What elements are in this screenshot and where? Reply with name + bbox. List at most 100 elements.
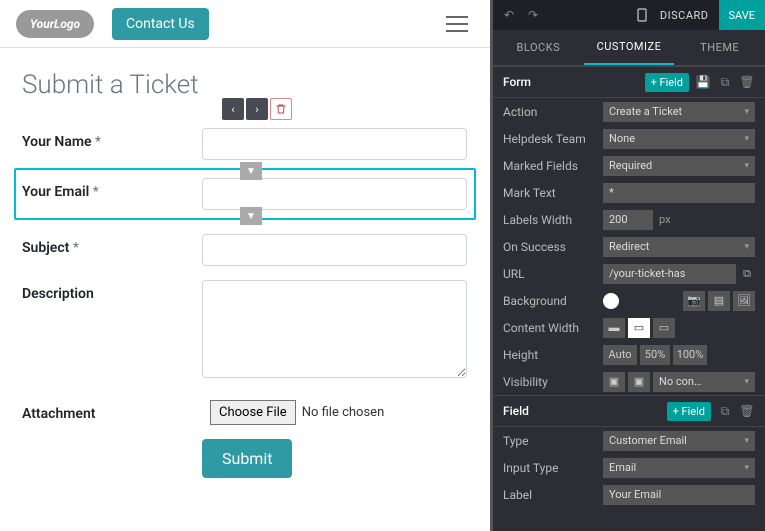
page-preview: YourLogo Contact Us Submit a Ticket ‹ › … xyxy=(0,0,490,531)
url-input[interactable] xyxy=(603,264,736,284)
prop-type: Type Customer Email xyxy=(493,427,765,454)
move-left-button[interactable]: ‹ xyxy=(222,98,244,120)
prop-label: On Success xyxy=(503,240,603,254)
height-100-button[interactable]: 100% xyxy=(673,345,707,365)
redo-icon[interactable]: ↷ xyxy=(525,7,541,23)
field-label: Your Name * xyxy=(22,128,202,150)
field-label: Attachment xyxy=(22,400,202,422)
logo[interactable]: YourLogo xyxy=(16,10,94,38)
prop-label: Input Type xyxy=(503,461,603,475)
prop-background: Background 📷 ▤ 🖼 xyxy=(493,287,765,314)
save-button[interactable]: SAVE xyxy=(719,0,765,30)
prop-label: Background xyxy=(503,294,603,308)
name-input[interactable] xyxy=(202,128,467,160)
field-label: Subject * xyxy=(22,234,202,256)
add-field-button[interactable]: + Field xyxy=(645,73,689,92)
visibility-mobile-button[interactable]: ▣ xyxy=(628,372,650,392)
move-down-handle[interactable]: ▼ xyxy=(240,207,262,225)
prop-marktext: Mark Text xyxy=(493,179,765,206)
submit-button[interactable]: Submit xyxy=(202,439,292,478)
marktext-input[interactable] xyxy=(603,183,755,203)
prop-action: Action Create a Ticket xyxy=(493,98,765,125)
contact-us-button[interactable]: Contact Us xyxy=(112,8,209,40)
prop-label: Label xyxy=(503,488,603,502)
field-your-name[interactable]: ‹ › Your Name * xyxy=(22,128,468,160)
type-select[interactable]: Customer Email xyxy=(603,431,755,451)
choose-file-button[interactable]: Choose File xyxy=(210,400,296,425)
labelswidth-input[interactable] xyxy=(603,210,653,230)
visibility-select[interactable]: No con… xyxy=(653,372,755,392)
field-section-header[interactable]: Field + Field ⧉ 🗑 xyxy=(493,395,765,427)
form-content: Submit a Ticket ‹ › Your Name * ▼ ▼ Your… xyxy=(0,48,490,514)
prop-label: Type xyxy=(503,434,603,448)
delete-field-button[interactable] xyxy=(270,98,292,120)
marked-select[interactable]: Required xyxy=(603,156,755,176)
form-section-header[interactable]: Form + Field 💾 ⧉ 🗑 xyxy=(493,66,765,98)
unit-label: px xyxy=(659,213,671,226)
prop-url: URL ⧉ xyxy=(493,260,765,287)
panel-tabs: BLOCKS CUSTOMIZE THEME xyxy=(493,30,765,66)
tab-customize[interactable]: CUSTOMIZE xyxy=(584,30,675,65)
prop-contentwidth: Content Width ▬ ▭ ▭ xyxy=(493,314,765,341)
bg-video-button[interactable]: ▤ xyxy=(708,291,730,311)
prop-label: Labels Width xyxy=(503,213,603,227)
label-input[interactable] xyxy=(603,485,755,505)
subject-input[interactable] xyxy=(202,234,467,266)
height-auto-button[interactable]: Auto xyxy=(603,345,637,365)
prop-marked: Marked Fields Required xyxy=(493,152,765,179)
width-medium-button[interactable]: ▭ xyxy=(628,318,650,338)
file-status-text: No file chosen xyxy=(302,405,385,420)
bg-picture-button[interactable]: 🖼 xyxy=(733,291,755,311)
save-icon[interactable]: 💾 xyxy=(695,74,711,90)
copy-icon[interactable]: ⧉ xyxy=(717,74,733,90)
action-select[interactable]: Create a Ticket xyxy=(603,102,755,122)
bg-color-picker[interactable] xyxy=(603,293,619,309)
prop-label: Action xyxy=(503,105,603,119)
prop-label: Marked Fields xyxy=(503,159,603,173)
external-link-icon[interactable]: ⧉ xyxy=(739,266,755,282)
prop-label: Content Width xyxy=(503,321,603,335)
submit-row: Submit xyxy=(22,439,468,478)
move-up-handle[interactable]: ▼ xyxy=(240,162,262,180)
prop-visibility: Visibility ▣ ▣ No con… xyxy=(493,368,765,395)
onsuccess-select[interactable]: Redirect xyxy=(603,237,755,257)
width-narrow-button[interactable]: ▬ xyxy=(603,318,625,338)
field-description[interactable]: Description xyxy=(22,280,468,378)
email-input[interactable] xyxy=(202,178,467,210)
bg-image-button[interactable]: 📷 xyxy=(683,291,705,311)
prop-label: Label xyxy=(493,481,765,508)
tab-blocks[interactable]: BLOCKS xyxy=(493,30,584,65)
preview-header: YourLogo Contact Us xyxy=(0,0,490,48)
hamburger-icon[interactable] xyxy=(440,10,474,38)
field-attachment[interactable]: Attachment Choose File No file chosen xyxy=(22,400,468,425)
visibility-desktop-button[interactable]: ▣ xyxy=(603,372,625,392)
mobile-preview-icon[interactable] xyxy=(634,7,650,23)
trash-icon[interactable]: 🗑 xyxy=(739,403,755,419)
field-subject[interactable]: Subject * xyxy=(22,234,468,266)
inputtype-select[interactable]: Email xyxy=(603,458,755,478)
width-full-button[interactable]: ▭ xyxy=(653,318,675,338)
copy-icon[interactable]: ⧉ xyxy=(717,403,733,419)
field-your-email[interactable]: ▼ ▼ Your Email * xyxy=(14,168,476,220)
field-edit-controls: ‹ › xyxy=(222,98,292,120)
prop-label: Height xyxy=(503,348,603,362)
panel-topbar: ↶ ↷ DISCARD SAVE xyxy=(493,0,765,30)
move-right-button[interactable]: › xyxy=(246,98,268,120)
field-label: Your Email * xyxy=(22,178,202,200)
undo-icon[interactable]: ↶ xyxy=(501,7,517,23)
trash-icon[interactable]: 🗑 xyxy=(739,74,755,90)
page-title: Submit a Ticket xyxy=(22,70,468,100)
prop-label: URL xyxy=(503,267,603,281)
prop-helpdesk: Helpdesk Team None xyxy=(493,125,765,152)
prop-label: Helpdesk Team xyxy=(503,132,603,146)
discard-button[interactable]: DISCARD xyxy=(660,9,709,22)
prop-height: Height Auto 50% 100% xyxy=(493,341,765,368)
description-textarea[interactable] xyxy=(202,280,467,378)
height-50-button[interactable]: 50% xyxy=(640,345,670,365)
tab-theme[interactable]: THEME xyxy=(674,30,765,65)
prop-label: Mark Text xyxy=(503,186,603,200)
add-field-button[interactable]: + Field xyxy=(667,402,711,421)
prop-inputtype: Input Type Email xyxy=(493,454,765,481)
prop-labelswidth: Labels Width px xyxy=(493,206,765,233)
helpdesk-select[interactable]: None xyxy=(603,129,755,149)
